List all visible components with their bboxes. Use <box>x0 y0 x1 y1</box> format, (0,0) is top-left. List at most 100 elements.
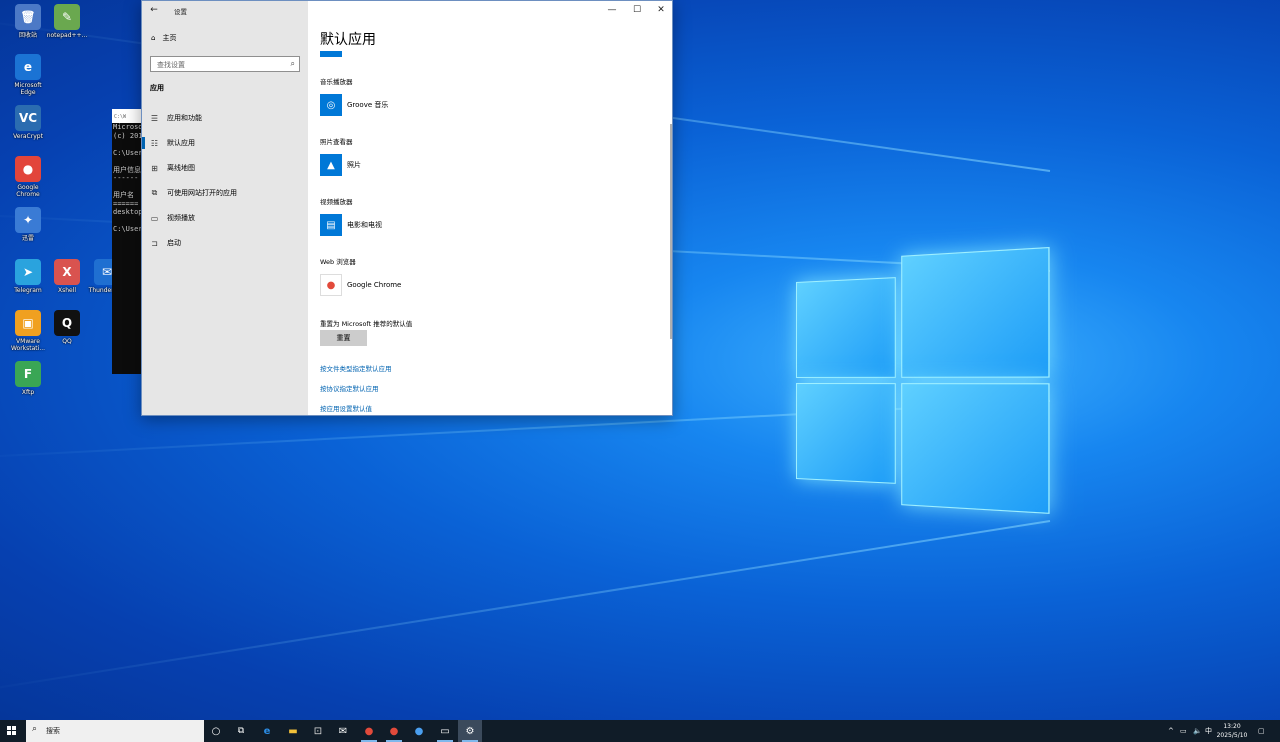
section-heading: 应用 <box>150 83 164 93</box>
store-icon[interactable]: ⊡ <box>306 720 330 742</box>
settings-link[interactable]: 按文件类型指定默认应用 <box>320 363 392 373</box>
groove-music-icon: ◎ <box>320 94 342 116</box>
desktop-shortcut[interactable]: VC VeraCrypt <box>6 105 50 140</box>
notepad-plus-plus-icon: ✎ <box>54 4 80 30</box>
command-prompt-window[interactable]: C:\W Microso (c) 201 C:\User 用户信息 ------ 用… <box>112 109 142 374</box>
movies-tv-icon: ▤ <box>320 214 342 236</box>
console-line <box>112 217 142 226</box>
shortcut-label: Microsoft Edge <box>6 82 50 96</box>
app-name: Groove 音乐 <box>347 100 388 110</box>
default-app-button[interactable]: ▲ 照片 <box>320 154 361 176</box>
nav-label: 应用和功能 <box>167 113 202 123</box>
settings-sidebar: ⌂ 主页 查找设置 ⌕ 应用 ☰ 应用和功能 ☷ 默认应用 ⊞ 离线地图 ⧉ 可使用网站打开的… <box>142 1 308 415</box>
home-label: 主页 <box>162 33 176 43</box>
close-button[interactable]: ✕ <box>649 1 673 19</box>
mail-icon[interactable]: ✉ <box>331 720 355 742</box>
desktop-shortcut[interactable]: ➤ Telegram <box>6 259 50 294</box>
desktop-shortcut[interactable]: F Xftp <box>6 361 50 396</box>
default-app-button[interactable]: ● Google Chrome <box>320 274 401 296</box>
console-line: C:\User <box>112 225 142 234</box>
chrome-icon[interactable]: ● <box>382 720 406 742</box>
back-arrow-icon[interactable]: ← <box>148 4 160 16</box>
taskbar-search-box[interactable]: ⌕ 搜索 <box>26 720 204 742</box>
system-clock[interactable]: 13:20 2025/5/10 <box>1212 722 1252 740</box>
start-button[interactable] <box>0 720 24 742</box>
scrollbar[interactable] <box>670 124 672 339</box>
desktop-shortcut[interactable]: ✎ notepad++... <box>45 4 89 39</box>
veracrypt-icon: VC <box>15 105 41 131</box>
desktop-shortcut[interactable]: ▣ VMware Workstati... <box>6 310 50 352</box>
nav-label: 视频播放 <box>167 213 195 223</box>
nav-apps-features[interactable]: ☰ 应用和功能 <box>150 110 306 126</box>
nav-label: 默认应用 <box>167 138 195 148</box>
nav-video-playback[interactable]: ▭ 视频播放 <box>150 210 306 226</box>
web-apps-icon: ⧉ <box>150 188 159 198</box>
shortcut-label: VMware Workstati... <box>6 338 50 352</box>
title-bar: ← 设置 — ☐ ✕ <box>142 1 672 19</box>
show-hidden-icons-icon[interactable]: ^ <box>1168 720 1174 742</box>
edge-icon: e <box>15 54 41 80</box>
maximize-button[interactable]: ☐ <box>625 1 649 19</box>
clock-time: 13:20 <box>1212 722 1252 731</box>
desktop-shortcut[interactable]: X Xshell <box>45 259 89 294</box>
settings-link[interactable]: 按应用设置默认值 <box>320 403 372 413</box>
map-icon: ⊞ <box>150 164 159 173</box>
app-name: 照片 <box>347 160 361 170</box>
category-heading: 音乐播放器 <box>320 76 353 86</box>
shortcut-label: Google Chrome <box>6 184 50 198</box>
volume-icon[interactable]: 🔈 <box>1193 720 1202 742</box>
console-line: (c) 201 <box>112 132 142 141</box>
console-line <box>112 157 142 166</box>
console-line: C:\User <box>112 149 142 158</box>
xunlei-icon: ✦ <box>15 207 41 233</box>
console-line: Microso <box>112 123 142 132</box>
edge-icon[interactable]: e <box>255 720 279 742</box>
nav-offline-maps[interactable]: ⊞ 离线地图 <box>150 160 306 176</box>
file-explorer-icon[interactable]: ▬ <box>281 720 305 742</box>
notifications-icon[interactable]: ▢ <box>1258 720 1265 742</box>
thunderbird-icon[interactable]: ● <box>407 720 431 742</box>
app-name: 电影和电视 <box>347 220 382 230</box>
network-icon[interactable]: ▭ <box>1180 720 1187 742</box>
home-icon: ⌂ <box>151 34 155 42</box>
desktop-shortcut[interactable]: Q QQ <box>45 310 89 345</box>
default-app-button[interactable]: ◎ Groove 音乐 <box>320 94 388 116</box>
startup-icon: ⊐ <box>150 239 159 248</box>
nav-label: 离线地图 <box>167 163 195 173</box>
vmware-icon: ▣ <box>15 310 41 336</box>
window-title: 设置 <box>174 6 187 16</box>
settings-main-content: 默认应用 音乐播放器 ◎ Groove 音乐 照片查看器 ▲ 照片 视频播放器 ▤ 电影和电视 W… <box>308 19 672 415</box>
reset-button[interactable]: 重置 <box>320 330 367 346</box>
settings-window[interactable]: ⌂ 主页 查找设置 ⌕ 应用 ☰ 应用和功能 ☷ 默认应用 ⊞ 离线地图 ⧉ 可使用网站打开的… <box>141 0 673 416</box>
nav-apps-for-websites[interactable]: ⧉ 可使用网站打开的应用 <box>150 185 306 201</box>
partial-app-icon <box>320 51 342 57</box>
taskbar: ⌕ 搜索 ○ ⧉ e ▬ ⊡ ✉ ● ● ● ▭ ⚙ ^ ▭ 🔈 中 13:20… <box>0 720 1280 742</box>
settings-link[interactable]: 按协议指定默认应用 <box>320 383 379 393</box>
command-prompt-icon[interactable]: ▭ <box>433 720 457 742</box>
shortcut-label: VeraCrypt <box>6 133 50 140</box>
desktop-shortcut[interactable]: ✦ 迅雷 <box>6 207 50 242</box>
list-icon: ☰ <box>150 114 159 123</box>
shortcut-label: 迅雷 <box>6 235 50 242</box>
nav-default-apps[interactable]: ☷ 默认应用 <box>150 135 306 151</box>
nav-startup[interactable]: ⊐ 启动 <box>150 235 306 251</box>
home-nav[interactable]: ⌂ 主页 <box>151 33 176 43</box>
ime-indicator[interactable]: 中 <box>1205 720 1212 742</box>
search-icon: ⌕ <box>291 59 295 69</box>
console-title[interactable]: C:\W <box>112 109 142 123</box>
console-line: 用户名 <box>112 191 142 200</box>
desktop-shortcut[interactable]: 🗑 回收站 <box>6 4 50 39</box>
default-app-button[interactable]: ▤ 电影和电视 <box>320 214 382 236</box>
cortana-icon[interactable]: ○ <box>204 720 228 742</box>
minimize-button[interactable]: — <box>600 1 624 19</box>
console-line: ====== <box>112 200 142 209</box>
console-line <box>112 183 142 192</box>
settings-search-input[interactable]: 查找设置 ⌕ <box>150 56 300 72</box>
chrome-icon[interactable]: ● <box>357 720 381 742</box>
shortcut-label: Xshell <box>45 287 89 294</box>
desktop-shortcut[interactable]: ● Google Chrome <box>6 156 50 198</box>
shortcut-label: notepad++... <box>45 32 89 39</box>
desktop-shortcut[interactable]: e Microsoft Edge <box>6 54 50 96</box>
settings-gear-icon[interactable]: ⚙ <box>458 720 482 742</box>
task-view-icon[interactable]: ⧉ <box>229 720 253 742</box>
